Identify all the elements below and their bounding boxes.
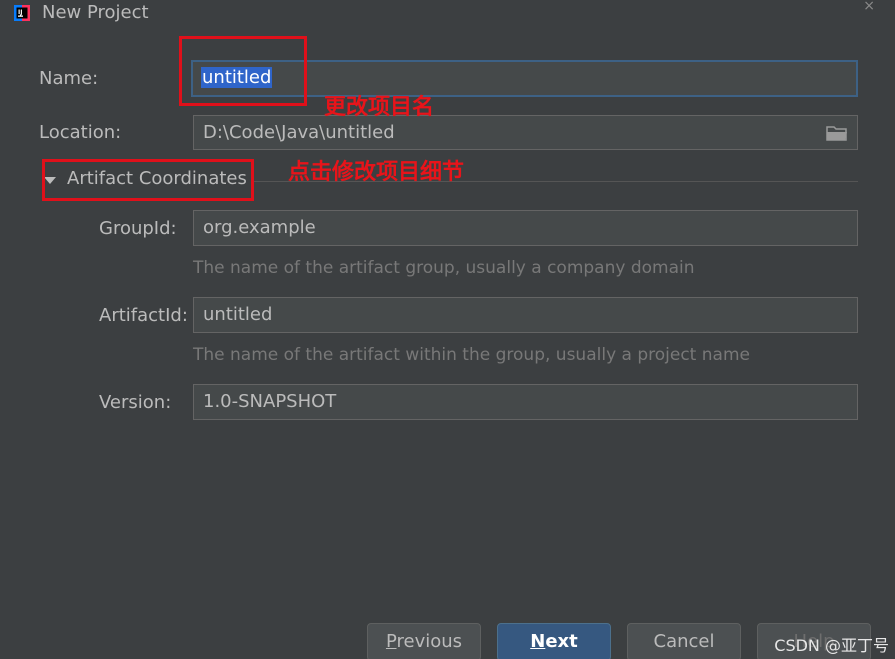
groupid-hint: The name of the artifact group, usually …	[193, 258, 695, 278]
name-label: Name:	[39, 68, 99, 89]
rename-annotation: 更改项目名	[324, 95, 435, 120]
groupid-input[interactable]: org.example	[193, 210, 858, 246]
version-input[interactable]: 1.0-SNAPSHOT	[193, 384, 858, 420]
location-input-value: D:\Code\Java\untitled	[203, 122, 395, 143]
title-bar: IJ New Project ×	[0, 0, 895, 30]
artifact-annotation-box	[42, 159, 254, 201]
artifactid-label: ArtifactId:	[99, 305, 188, 326]
groupid-input-value: org.example	[203, 217, 316, 238]
window-title: New Project	[42, 2, 149, 23]
artifactid-hint: The name of the artifact within the grou…	[193, 345, 750, 365]
previous-button[interactable]: Previous	[367, 623, 481, 659]
artifactid-input[interactable]: untitled	[193, 297, 858, 333]
browse-folder-icon[interactable]	[826, 125, 848, 141]
name-annotation-box	[179, 36, 307, 106]
svg-text:IJ: IJ	[18, 9, 22, 16]
previous-mnemonic: P	[385, 631, 397, 652]
version-label: Version:	[99, 392, 172, 413]
artifactid-input-value: untitled	[203, 304, 273, 325]
details-annotation: 点击修改项目细节	[288, 160, 465, 185]
location-label: Location:	[39, 122, 122, 143]
groupid-label: GroupId:	[99, 218, 177, 239]
intellij-app-icon: IJ	[14, 5, 30, 21]
next-label: ext	[545, 631, 578, 652]
close-icon[interactable]: ×	[863, 0, 875, 14]
next-button[interactable]: Next	[497, 623, 611, 659]
location-input[interactable]: D:\Code\Java\untitled	[193, 115, 858, 150]
cancel-button[interactable]: Cancel	[627, 623, 741, 659]
version-input-value: 1.0-SNAPSHOT	[203, 391, 337, 412]
csdn-watermark: CSDN @亚丁号	[774, 636, 889, 655]
next-mnemonic: N	[530, 631, 546, 652]
previous-label: revious	[396, 631, 463, 652]
